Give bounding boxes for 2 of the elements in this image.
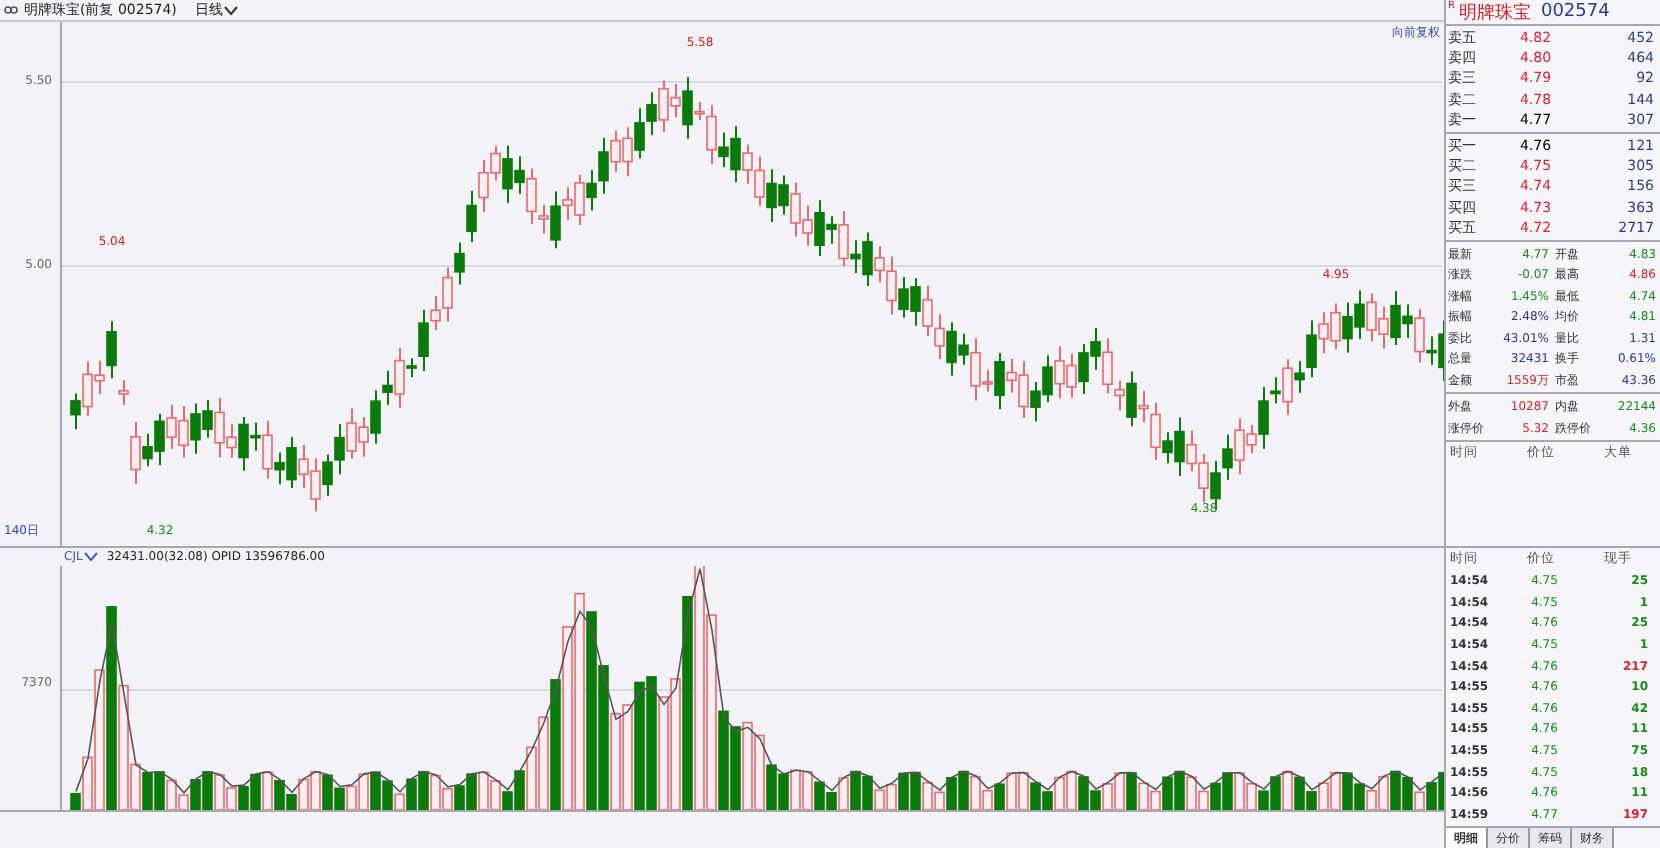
stock-code: 002574 [1540, 2, 1610, 22]
stock-name: 明牌珠宝 [1458, 1, 1531, 25]
